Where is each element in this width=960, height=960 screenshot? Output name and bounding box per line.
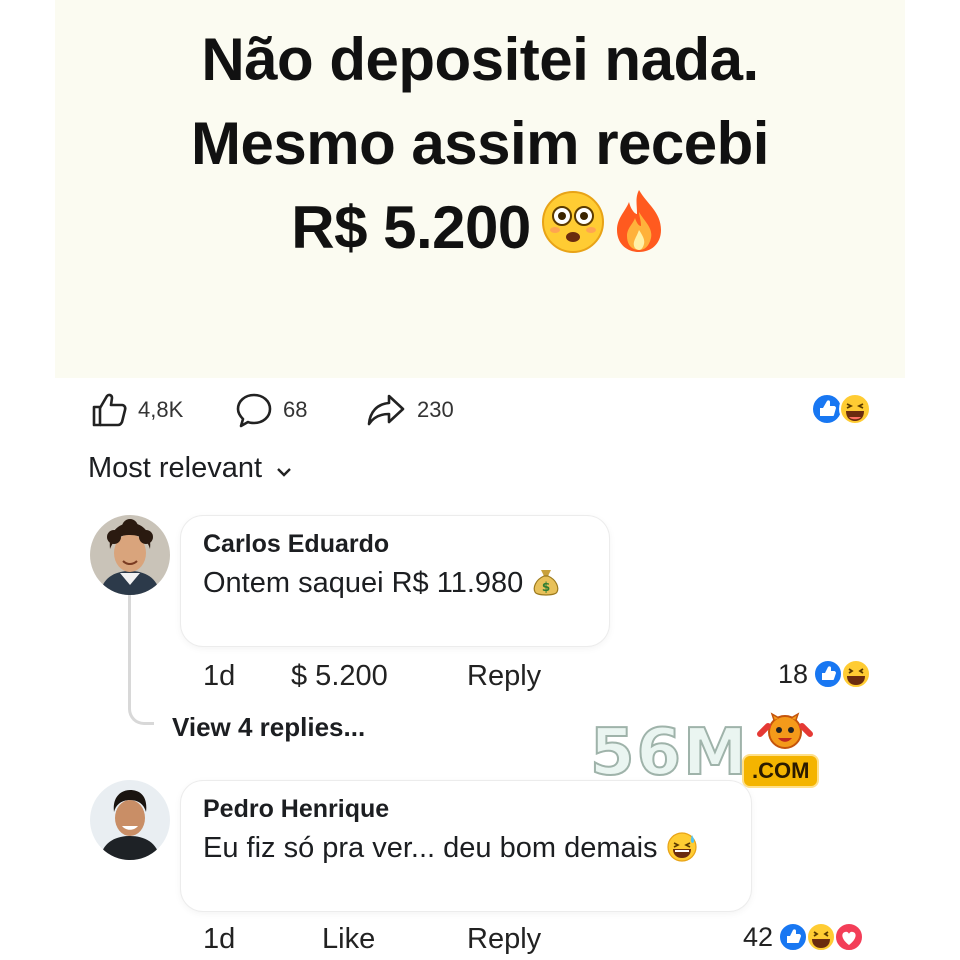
like-action[interactable]: 4,8K <box>90 388 183 432</box>
thumbs-up-icon <box>90 392 128 428</box>
tiger-mascot-icon <box>750 712 820 759</box>
comment-action-amount[interactable]: $ 5.200 <box>291 660 388 693</box>
haha-reaction-icon <box>806 922 837 952</box>
haha-reaction-icon <box>841 659 872 689</box>
comment-text-body: Eu fiz só pra ver... deu bom demais <box>203 832 658 864</box>
reaction-count: 42 <box>743 921 774 952</box>
comment-text: Eu fiz só pra ver... deu bom demais <box>203 830 729 872</box>
headline-line-3: R$ 5.200 <box>55 186 905 276</box>
like-count: 4,8K <box>138 397 184 422</box>
watermark-number: 56M <box>589 715 749 791</box>
reaction-icons <box>813 659 872 689</box>
like-button[interactable]: Like <box>322 923 375 956</box>
thread-connector <box>128 595 154 725</box>
post-image: Não depositei nada. Mesmo assim recebi R… <box>55 0 905 378</box>
post-action-bar: 4,8K 68 230 <box>90 388 890 432</box>
sort-dropdown[interactable]: Most relevant <box>88 452 292 485</box>
comment-bubble-icon <box>235 391 273 429</box>
reaction-icons <box>778 922 865 952</box>
sort-label: Most relevant <box>88 452 263 484</box>
comment-text-body: Ontem saquei R$ 11.980 <box>203 567 524 599</box>
comment-author[interactable]: Carlos Eduardo <box>203 530 587 559</box>
share-arrow-icon <box>365 392 407 428</box>
love-reaction-icon <box>834 922 865 952</box>
view-replies-link[interactable]: View 4 replies... <box>172 712 365 743</box>
like-reaction-icon <box>811 393 843 425</box>
grinning-sweat-icon <box>666 831 698 872</box>
watermark-suffix: .COM <box>742 754 820 788</box>
svg-text:$: $ <box>542 580 550 594</box>
share-count: 230 <box>417 397 454 422</box>
avatar[interactable] <box>90 780 170 860</box>
comment-bubble: Carlos Eduardo Ontem saquei R$ 11.980 $ <box>181 516 609 646</box>
headline-line-1: Não depositei nada. <box>201 26 759 93</box>
chevron-down-icon <box>276 452 292 485</box>
like-reaction-icon <box>813 659 844 689</box>
money-bag-icon: $ <box>531 566 561 607</box>
post-reaction-icons[interactable] <box>810 392 880 426</box>
reply-button[interactable]: Reply <box>467 923 541 956</box>
haha-reaction-icon <box>839 393 871 425</box>
comment-bubble: Pedro Henrique Eu fiz só pra ver... deu … <box>181 781 751 911</box>
comment-time: 1d <box>203 660 236 692</box>
comment-author[interactable]: Pedro Henrique <box>203 795 729 824</box>
reaction-count: 18 <box>778 658 809 689</box>
comment-action[interactable]: 68 <box>235 388 307 432</box>
comment-reactions[interactable]: 42 <box>743 920 869 954</box>
fire-icon <box>609 188 669 276</box>
avatar[interactable] <box>90 515 170 595</box>
comment-count: 68 <box>283 397 308 422</box>
watermark-logo: 56M .COM <box>589 712 840 792</box>
headline-amount: R$ 5.200 <box>291 194 531 261</box>
comment-reactions[interactable]: 18 <box>778 657 876 691</box>
like-reaction-icon <box>778 922 809 952</box>
comment-text: Ontem saquei R$ 11.980 $ <box>203 565 587 607</box>
share-action[interactable]: 230 <box>365 388 454 432</box>
post-headline: Não depositei nada. Mesmo assim recebi R… <box>55 18 905 276</box>
reply-button[interactable]: Reply <box>467 660 541 693</box>
comment-time: 1d <box>203 923 236 955</box>
flushed-face-icon <box>541 190 605 276</box>
headline-line-2: Mesmo assim recebi <box>191 110 769 177</box>
